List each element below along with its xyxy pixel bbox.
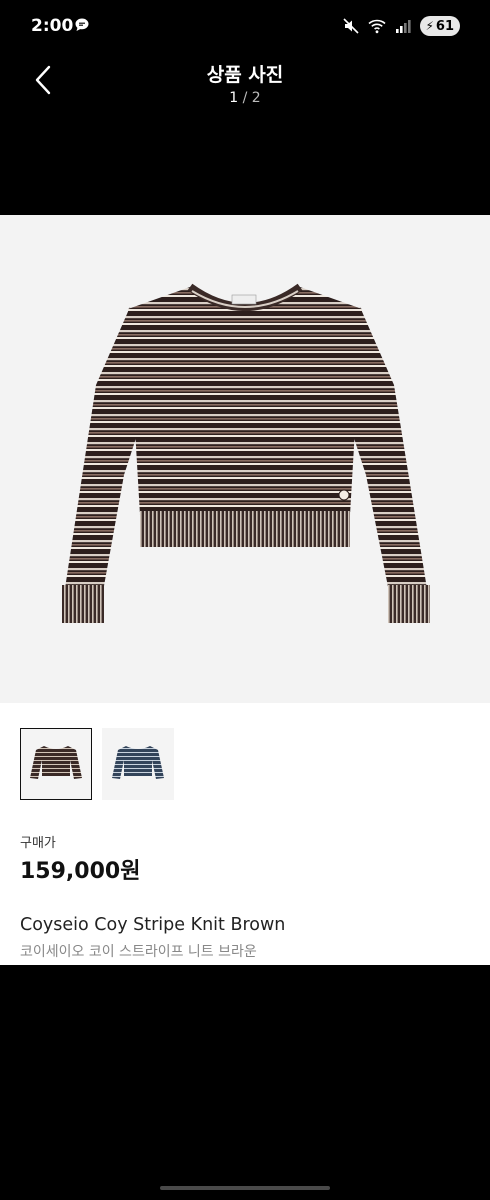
product-photo[interactable] (0, 215, 490, 703)
signal-icon (396, 20, 412, 33)
sweater-image (62, 283, 430, 623)
page-title: 상품 사진 (206, 64, 284, 86)
product-name-en: Coyseio Coy Stripe Knit Brown (20, 915, 286, 935)
product-name-ko: 코이세이오 코이 스트라이프 니트 브라운 (20, 944, 257, 960)
wifi-icon (368, 19, 386, 34)
thumbnail-strip (20, 728, 174, 800)
product-info-panel: 구매가 159,000원 Coyseio Coy Stripe Knit Bro… (0, 703, 490, 965)
thumbnail-brown-image (30, 746, 82, 779)
charging-bolt-icon: ⚡ (425, 19, 434, 33)
price-label: 구매가 (20, 836, 56, 851)
thumbnail-blue[interactable] (102, 728, 174, 800)
battery-indicator: ⚡ 61 (420, 16, 460, 36)
photo-counter-current: 1 (229, 90, 239, 106)
home-indicator[interactable] (160, 1186, 330, 1190)
status-bar: 2:00 ⚡ 61 (0, 0, 490, 56)
chat-notification-icon (75, 18, 89, 31)
status-time: 2:00 (31, 16, 74, 36)
product-price: 159,000원 (20, 859, 141, 884)
mute-icon (343, 18, 360, 34)
thumbnail-blue-image (112, 746, 164, 779)
battery-level: 61 (435, 18, 454, 34)
photo-counter: 1 / 2 (0, 90, 490, 106)
thumbnail-brown[interactable] (20, 728, 92, 800)
page-header: 상품 사진 1 / 2 (0, 56, 490, 116)
photo-counter-total: / 2 (242, 90, 261, 106)
